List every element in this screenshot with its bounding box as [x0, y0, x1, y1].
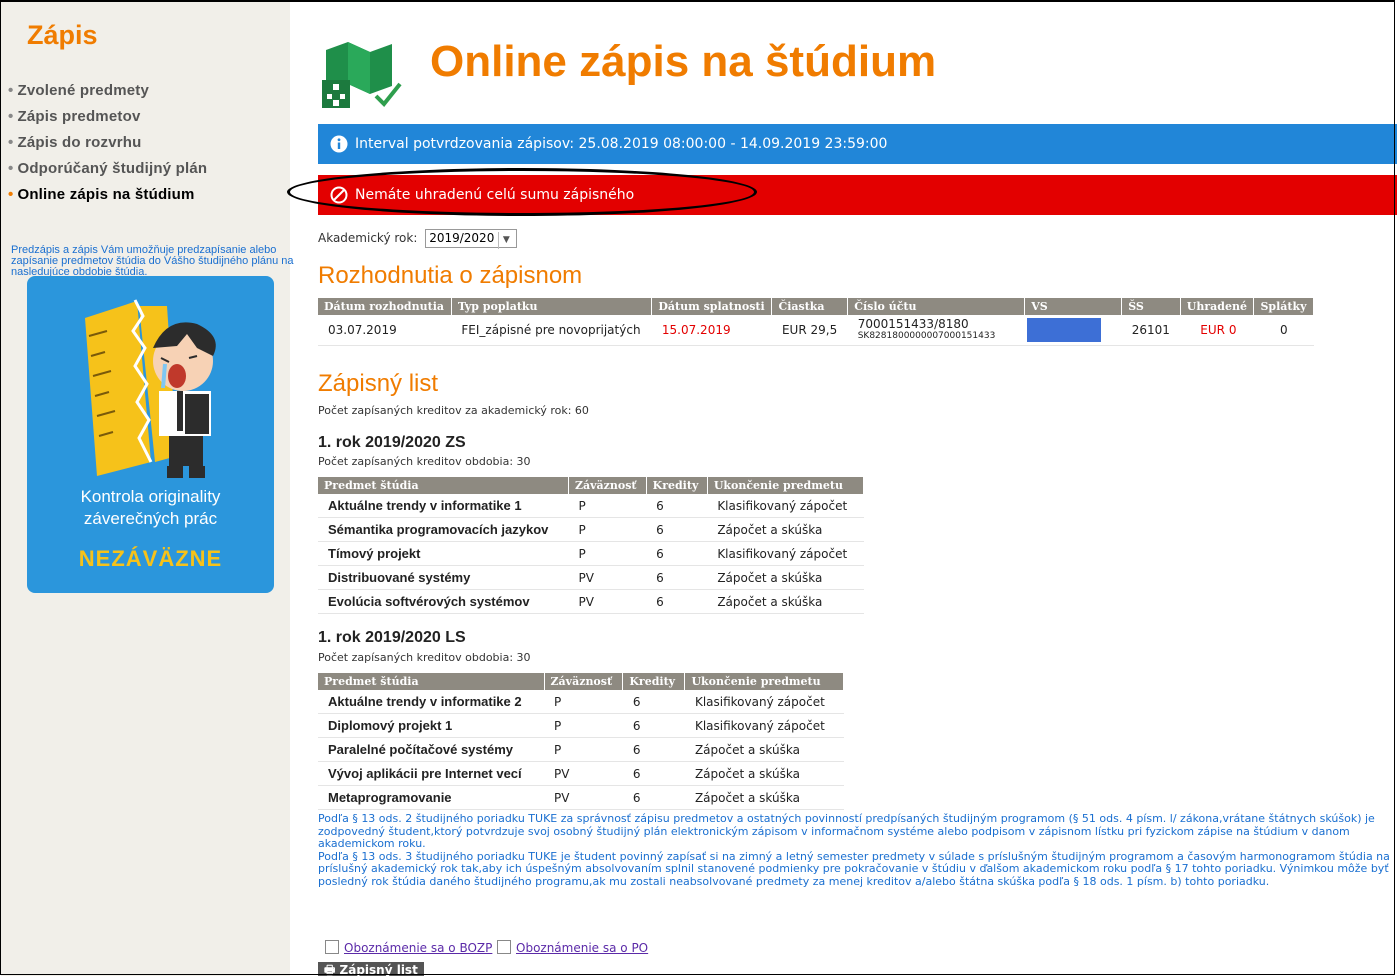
col-ciastka: Čiastka [771, 298, 849, 315]
sidebar-description: Predzápis a zápis Vám umožňuje predzapís… [11, 244, 294, 278]
legal-notes: Podľa § 13 ods. 2 študijného poriadku TU… [318, 812, 1393, 888]
table-row: Evolúcia softvérových systémov PV 6 Zápočet… [318, 589, 864, 614]
zs-table: Predmet štúdia Záväznosť Kredity Ukončen… [318, 477, 865, 614]
bozp-checkbox[interactable] [325, 940, 339, 954]
decisions-title: Rozhodnutia o zápisnom [318, 262, 583, 289]
table-row: Diplomový projekt 1 P 6 Klasifikovaný zápoč… [318, 713, 844, 738]
zapisny-list-title: Zápisný list [318, 370, 439, 397]
table-row: Distribuované systémy PV 6 Zápočet a skúška [318, 565, 864, 590]
table-row: Aktuálne trendy v informatike 2 P 6 Klasifi… [318, 690, 844, 714]
print-zapisny-list-button[interactable]: 🖶 Zápisný list [318, 962, 424, 977]
enrollment-icon [322, 42, 402, 108]
academic-year-label: Akademický rok: [318, 231, 418, 245]
bozp-link[interactable]: Oboznámenie sa o BOZP [344, 941, 492, 955]
po-checkbox[interactable] [497, 940, 511, 954]
po-checkbox-row: Oboznámenie sa o PO [497, 940, 648, 955]
ls-title: 1. rok 2019/2020 LS [318, 629, 466, 646]
ad-banner[interactable]: Kontrola originality záverečných prác NE… [27, 276, 274, 593]
sidebar-nav: • Zvolené predmety • Zápis predmetov • Zápi… [8, 82, 207, 212]
account-number: 7000151433/8180 [857, 316, 969, 331]
sidebar-item-zapis-do-rozvrhu[interactable]: • Zápis do rozvrhu [8, 134, 207, 160]
annotation-ellipse [287, 168, 757, 216]
zs-title: 1. rok 2019/2020 ZS [318, 434, 466, 451]
chevron-down-icon: ▼ [498, 232, 513, 249]
sidebar-item-online-zapis[interactable]: • Online zápis na štúdium [8, 186, 207, 212]
iban: SK8281800000007000151433 [857, 330, 996, 341]
sidebar-item-zapis-predmetov[interactable]: • Zápis predmetov [8, 108, 207, 134]
col-datum-splatnosti: Dátum splatnosti [651, 298, 773, 315]
info-alert: Interval potvrdzovania zápisov: 25.08.20… [318, 124, 1397, 164]
printer-icon: 🖶 [324, 963, 336, 977]
info-alert-text: Interval potvrdzovania zápisov: 25.08.20… [355, 136, 888, 152]
sidebar-item-zvolene-predmety[interactable]: • Zvolené predmety [8, 82, 207, 108]
info-icon [330, 135, 348, 153]
po-link[interactable]: Oboznámenie sa o PO [516, 941, 648, 955]
page-title: Online zápis na štúdium [430, 37, 937, 86]
table-row: Paralelné počítačové systémy P 6 Zápočet a … [318, 737, 844, 762]
col-datum-rozhodnutia: Dátum rozhodnutia [318, 298, 452, 315]
zs-credits: Počet zapísaných kreditov obdobia: 30 [318, 455, 531, 468]
ad-cta: NEZÁVÄZNE [78, 546, 223, 571]
ls-table: Predmet štúdia Záväznosť Kredity Ukončen… [318, 673, 844, 810]
col-vs: VS [1024, 298, 1123, 315]
sidebar-item-odporucany-plan[interactable]: • Odporúčaný študijný plán [8, 160, 207, 186]
table-row: Aktuálne trendy v informatike 1 P 6 Klasifi… [318, 494, 864, 518]
col-typ-poplatku: Typ poplatku [451, 298, 653, 315]
table-row: Metaprogramovanie PV 6 Zápočet a skúška [318, 785, 844, 810]
sidebar-title: Zápis [27, 20, 98, 50]
col-uhradene: Uhradené [1180, 298, 1255, 315]
academic-year-select[interactable]: 2019/2020 ▼ [425, 229, 518, 249]
table-row: 03.07.2019 FEI_zápisné pre novoprijatých… [318, 315, 1314, 346]
ad-text: Kontrola originality záverečných prác [80, 487, 221, 528]
table-row: Vývoj aplikácii pre Internet vecí PV 6 Zápo… [318, 761, 844, 786]
crying-student-illustration [85, 299, 216, 478]
legal-note-2: Podľa § 13 ods. 3 študijného poriadku TU… [318, 849, 1390, 888]
ls-credits: Počet zapísaných kreditov obdobia: 30 [318, 651, 531, 664]
col-cislo-uctu: Číslo účtu [847, 298, 1026, 315]
decisions-table: Dátum rozhodnutia Typ poplatku Dátum spl… [318, 298, 1314, 346]
table-row: Tímový projekt P 6 Klasifikovaný zápočet [318, 541, 864, 566]
total-credits: Počet zapísaných kreditov za akademický … [318, 404, 589, 417]
bozp-checkbox-row: Oboznámenie sa o BOZP [325, 940, 492, 955]
col-splatky: Splátky [1253, 298, 1314, 315]
col-ss: ŠS [1121, 298, 1181, 315]
table-row: Sémantika programovacích jazykov P 6 Zápoče… [318, 517, 864, 542]
academic-year-row: Akademický rok: 2019/2020 ▼ [318, 229, 518, 249]
vs-redacted [1024, 315, 1122, 346]
legal-note-1: Podľa § 13 ods. 2 študijného poriadku TU… [318, 812, 1375, 850]
